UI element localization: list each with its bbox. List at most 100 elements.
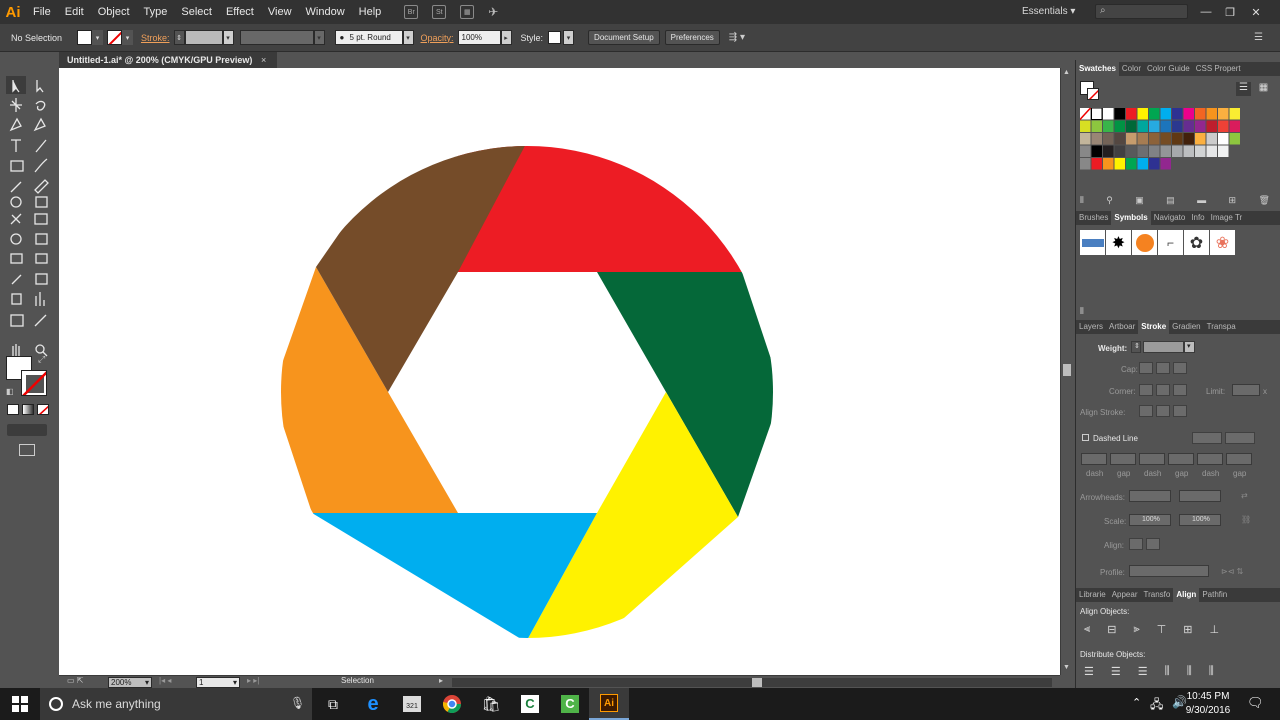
- adobe-stock-search[interactable]: ⌕: [1095, 4, 1188, 19]
- dash-field-3[interactable]: [1197, 453, 1223, 465]
- swatch-cell[interactable]: [1080, 145, 1091, 158]
- movie-maker-icon[interactable]: 321: [392, 688, 432, 720]
- projecting-cap-icon[interactable]: [1173, 362, 1187, 374]
- swatch-cell[interactable]: [1137, 108, 1149, 120]
- start-arrowhead-select[interactable]: [1129, 490, 1171, 502]
- swatch-cell[interactable]: [1126, 158, 1137, 170]
- swatch-cell[interactable]: [1229, 108, 1241, 120]
- swatch-cell[interactable]: [1091, 158, 1103, 170]
- swatch-cell[interactable]: [1206, 108, 1218, 120]
- tab-navigator[interactable]: Navigato: [1151, 211, 1189, 225]
- stock-icon[interactable]: St: [432, 5, 447, 19]
- color-mode-icon[interactable]: [7, 404, 19, 415]
- vertical-scrollbar[interactable]: ▲ ▼: [1060, 68, 1072, 675]
- link-scale-icon[interactable]: ⛓: [1241, 515, 1251, 524]
- swatch-cell[interactable]: [1137, 120, 1149, 133]
- menu-type[interactable]: Type: [137, 0, 175, 24]
- swatch-cell[interactable]: [1114, 158, 1126, 170]
- distribute-top-icon[interactable]: ☰: [1084, 665, 1094, 678]
- symbol-splat[interactable]: ✸: [1106, 230, 1131, 255]
- swatch-cell[interactable]: [1183, 133, 1195, 145]
- tab-transform[interactable]: Transfo: [1140, 588, 1173, 602]
- artboard-prev-icons[interactable]: |◂ ◂: [159, 676, 171, 685]
- microphone-icon[interactable]: 🎙: [290, 696, 305, 710]
- swatch-cell[interactable]: [1126, 133, 1137, 145]
- weight-field[interactable]: [1143, 341, 1184, 353]
- swatch-cell[interactable]: [1160, 120, 1172, 133]
- close-tab-icon[interactable]: ×: [261, 52, 266, 68]
- tab-align[interactable]: Align: [1173, 588, 1200, 602]
- tab-color[interactable]: Color: [1119, 62, 1144, 76]
- network-icon[interactable]: 🖧: [1150, 695, 1163, 716]
- chrome-icon[interactable]: [432, 688, 472, 720]
- graphic-style-swatch[interactable]: [548, 31, 562, 44]
- align-dash-corners-icon[interactable]: [1225, 432, 1255, 444]
- end-arrowhead-select[interactable]: [1179, 490, 1221, 502]
- swatch-cell[interactable]: [1091, 145, 1103, 158]
- flip-profile-icons[interactable]: ⊳⊲ ⇅: [1221, 567, 1243, 576]
- distribute-right-icon[interactable]: ⫼: [1209, 665, 1214, 678]
- swatch-cell[interactable]: [1172, 133, 1183, 145]
- variable-width-profile[interactable]: [239, 30, 314, 45]
- swatch-cell[interactable]: [1195, 108, 1206, 120]
- none-mode-icon[interactable]: [37, 404, 49, 415]
- arrow-tip-at-end-icon[interactable]: [1146, 538, 1160, 550]
- swatch-cell[interactable]: [1114, 145, 1126, 158]
- swatch-cell[interactable]: [1172, 108, 1183, 120]
- tab-color-guide[interactable]: Color Guide: [1144, 62, 1193, 76]
- menu-view[interactable]: View: [261, 0, 299, 24]
- horizontal-scroll-thumb[interactable]: [752, 678, 762, 687]
- restore-icon[interactable]: ❐: [1218, 0, 1242, 24]
- tab-symbols[interactable]: Symbols: [1111, 211, 1151, 225]
- symbol-flower[interactable]: ❀: [1210, 230, 1235, 255]
- align-inside-stroke-icon[interactable]: [1156, 405, 1170, 417]
- tab-pathfinder[interactable]: Pathfin: [1199, 588, 1230, 602]
- default-colors-icon[interactable]: ◧: [6, 387, 14, 396]
- tab-info[interactable]: Info: [1188, 211, 1207, 225]
- edge-icon[interactable]: e: [353, 688, 393, 720]
- document-tab[interactable]: Untitled-1.ai* @ 200% (CMYK/GPU Preview)…: [59, 52, 277, 68]
- swatch-cell[interactable]: [1160, 145, 1172, 158]
- swatch-cell[interactable]: [1218, 120, 1229, 133]
- swatch-cell[interactable]: [1195, 120, 1206, 133]
- swatch-cell[interactable]: [1114, 133, 1126, 145]
- tab-image-trace[interactable]: Image Tr: [1208, 211, 1246, 225]
- symbol-orange-button[interactable]: [1132, 230, 1157, 255]
- swatch-cell[interactable]: [1137, 133, 1149, 145]
- tab-swatches[interactable]: Swatches: [1076, 62, 1119, 76]
- swatch-cell[interactable]: [1160, 158, 1172, 170]
- profile-select[interactable]: [1129, 565, 1209, 577]
- swatch-cell[interactable]: [1126, 120, 1137, 133]
- round-cap-icon[interactable]: [1156, 362, 1170, 374]
- symbol-blue-banner[interactable]: [1080, 230, 1105, 255]
- tab-appearance[interactable]: Appear: [1109, 588, 1141, 602]
- cortana-search[interactable]: Ask me anything 🎙: [40, 688, 312, 720]
- align-bottom-icon[interactable]: ⊥: [1209, 623, 1219, 636]
- control-bar-menu-icon[interactable]: ☰: [1254, 32, 1263, 43]
- stroke-swatch[interactable]: [107, 30, 122, 45]
- status-menu-icon[interactable]: ▸: [439, 676, 443, 685]
- align-left-icon[interactable]: ⫷: [1084, 623, 1090, 636]
- swatch-cell[interactable]: [1218, 108, 1229, 120]
- miter-limit-field[interactable]: [1232, 384, 1260, 396]
- weight-stepper[interactable]: ⇕: [1131, 341, 1141, 353]
- list-view-icon[interactable]: ☰: [1236, 82, 1251, 96]
- swatch-cell[interactable]: [1126, 145, 1137, 158]
- swatch-grid[interactable]: [1080, 108, 1280, 172]
- swatch-cell[interactable]: [1091, 120, 1103, 133]
- illustrator-taskbar-icon[interactable]: Ai: [589, 688, 629, 720]
- weight-dropdown[interactable]: ▾: [1184, 341, 1195, 353]
- artboard-canvas[interactable]: [59, 68, 1060, 675]
- zoom-field[interactable]: 200% ▾: [108, 677, 152, 688]
- align-hcenter-icon[interactable]: ⊟: [1107, 623, 1116, 636]
- dash-field-1[interactable]: [1081, 453, 1107, 465]
- swatch-cell[interactable]: [1103, 158, 1114, 170]
- preserve-dash-icon[interactable]: [1192, 432, 1222, 444]
- swatch-cell[interactable]: [1149, 133, 1160, 145]
- swatch-cell[interactable]: [1114, 108, 1126, 120]
- scroll-down-icon[interactable]: ▼: [1063, 664, 1070, 671]
- swatch-cell[interactable]: [1183, 120, 1195, 133]
- tab-brushes[interactable]: Brushes: [1076, 211, 1111, 225]
- menu-file[interactable]: File: [26, 0, 58, 24]
- swatch-cell[interactable]: [1091, 133, 1103, 145]
